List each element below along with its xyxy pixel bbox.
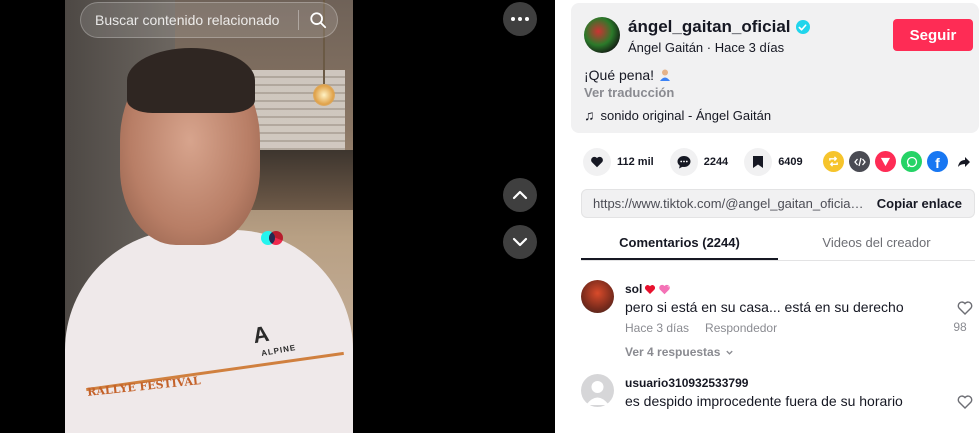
post-caption: ¡Qué pena!	[584, 67, 655, 83]
music-note-icon: ♫	[584, 107, 595, 123]
chevron-up-icon	[512, 190, 528, 200]
comment-text: pero si está en su casa... está en su de…	[625, 299, 904, 315]
save-action[interactable]: 6409	[744, 148, 803, 176]
video-person-hair	[127, 48, 255, 113]
search-icon[interactable]	[309, 11, 327, 29]
heart-outline-icon[interactable]	[957, 394, 973, 410]
previous-video-button[interactable]	[503, 178, 537, 212]
commenter-avatar[interactable]	[581, 374, 614, 407]
red-heart-emoji-icon	[645, 284, 656, 294]
chevron-down-icon	[726, 350, 734, 355]
more-dot-icon	[511, 17, 515, 21]
sparkling-heart-emoji-icon	[659, 284, 671, 294]
save-count: 6409	[778, 156, 803, 168]
creator-avatar[interactable]	[584, 17, 620, 53]
person-emoji-icon	[660, 69, 671, 81]
action-bar: 112 mil 2244 6409	[583, 148, 819, 176]
see-translation-link[interactable]: Ver traducción	[584, 85, 674, 100]
heart-outline-icon[interactable]	[957, 300, 973, 316]
send-to-friends-icon[interactable]	[875, 151, 896, 172]
comment-like-button[interactable]	[955, 394, 975, 415]
search-bar[interactable]: Buscar contenido relacionado	[80, 2, 338, 38]
commenter-name-row[interactable]: usuario310932533799	[625, 376, 748, 390]
reply-button[interactable]: Respondedor	[705, 321, 777, 335]
creator-username-row[interactable]: ángel_gaitan_oficial	[628, 17, 810, 37]
video-person-shirt	[65, 230, 353, 433]
panel-tabs: Comentarios (2244) Videos del creador	[581, 225, 975, 261]
commenter-name-row[interactable]: sol	[625, 282, 671, 296]
comment-like-count: 98	[953, 320, 967, 334]
caption-row: ¡Qué pena!	[584, 67, 672, 83]
heart-icon[interactable]	[583, 148, 611, 176]
comment-icon[interactable]	[669, 148, 698, 176]
creator-display-line: Ángel Gaitán · Hace 3 días	[628, 40, 785, 55]
commenter-name[interactable]: usuario310932533799	[625, 376, 748, 390]
search-input[interactable]: Buscar contenido relacionado	[95, 12, 298, 28]
comment-like-button[interactable]	[955, 300, 975, 321]
like-count: 112 mil	[617, 156, 654, 168]
repost-icon[interactable]	[823, 151, 844, 172]
comment-text: es despido improcedente fuera de su hora…	[625, 393, 903, 409]
comment-item: sol pero si está en su casa... está en s…	[581, 280, 975, 370]
follow-button[interactable]: Seguir	[893, 19, 973, 51]
tab-creator-videos[interactable]: Videos del creador	[778, 225, 975, 260]
post-info-card: ángel_gaitan_oficial Ángel Gaitán · Hace…	[571, 3, 979, 133]
copy-link-button[interactable]: Copiar enlace	[865, 196, 974, 211]
whatsapp-icon[interactable]	[901, 151, 922, 172]
comment-time: Hace 3 días	[625, 321, 690, 335]
comment-count: 2244	[703, 156, 729, 168]
video-player[interactable]: RALLYE FESTIVAL A ALPINE	[65, 0, 353, 433]
commenter-name[interactable]: sol	[625, 282, 642, 296]
creator-username[interactable]: ángel_gaitan_oficial	[628, 17, 791, 37]
like-action[interactable]: 112 mil	[583, 148, 654, 176]
more-options-button[interactable]	[503, 2, 537, 36]
comment-item: usuario310932533799 es despido improcede…	[581, 374, 975, 433]
tab-comments[interactable]: Comentarios (2244)	[581, 225, 778, 260]
view-replies-label[interactable]: Ver 4 respuestas	[625, 345, 720, 359]
embed-icon[interactable]	[849, 151, 870, 172]
next-video-button[interactable]	[503, 225, 537, 259]
copy-link-row: https://www.tiktok.com/@angel_gaitan_ofi…	[581, 189, 975, 218]
commenter-avatar[interactable]	[581, 280, 614, 313]
bookmark-icon[interactable]	[744, 148, 773, 176]
tiktok-loading-icon	[261, 231, 285, 245]
video-stage[interactable]: RALLYE FESTIVAL A ALPINE Buscar contenid…	[0, 0, 555, 433]
verified-icon	[795, 20, 810, 34]
share-buttons: f	[823, 151, 974, 172]
sound-row[interactable]: ♫ sonido original - Ángel Gaitán	[584, 107, 771, 123]
view-replies-button[interactable]: Ver 4 respuestas	[625, 345, 734, 359]
comment-action[interactable]: 2244	[669, 148, 729, 176]
details-panel: ángel_gaitan_oficial Ángel Gaitán · Hace…	[555, 0, 980, 433]
sound-name[interactable]: sonido original - Ángel Gaitán	[601, 108, 772, 123]
comment-meta: Hace 3 días Respondedor	[625, 321, 777, 335]
share-arrow-icon[interactable]	[953, 151, 974, 172]
search-divider	[298, 10, 299, 30]
page-root: RALLYE FESTIVAL A ALPINE Buscar contenid…	[0, 0, 980, 433]
facebook-icon[interactable]: f	[927, 151, 948, 172]
chevron-down-icon	[512, 237, 528, 247]
video-link-field[interactable]: https://www.tiktok.com/@angel_gaitan_ofi…	[582, 196, 865, 211]
video-lamp	[313, 84, 335, 106]
